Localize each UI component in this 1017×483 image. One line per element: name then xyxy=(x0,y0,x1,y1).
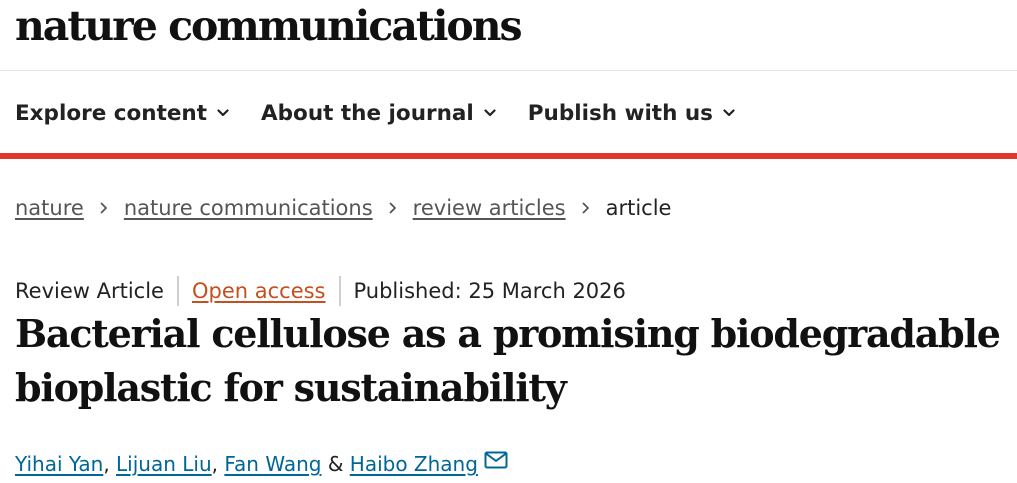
journal-logo[interactable]: nature communications xyxy=(15,0,523,52)
nav-item-label: Publish with us xyxy=(527,100,713,126)
breadcrumb-nature-communications[interactable]: nature communications xyxy=(124,196,373,220)
nav-item-label: Explore content xyxy=(15,100,208,126)
chevron-down-icon xyxy=(484,109,496,117)
breadcrumb-nature[interactable]: nature xyxy=(15,196,84,220)
chevron-down-icon xyxy=(723,109,735,117)
author-separator: & xyxy=(327,452,344,476)
nav-item-label: About the journal xyxy=(261,100,474,126)
author-link[interactable]: Yihai Yan xyxy=(15,452,103,476)
article-title: Bacterial cellulose as a promising biode… xyxy=(15,311,1001,410)
author-separator: , xyxy=(103,452,110,476)
nav-about-the-journal[interactable]: About the journal xyxy=(261,101,496,126)
breadcrumb-current: article xyxy=(605,196,672,220)
header-divider xyxy=(0,70,1017,71)
author-separator: , xyxy=(211,452,218,476)
chevron-right-icon xyxy=(100,202,107,214)
article-type: Review Article xyxy=(15,279,164,303)
author-list: Yihai Yan, Lijuan Liu, Fan Wang & Haibo … xyxy=(15,450,508,478)
chevron-down-icon xyxy=(217,109,229,117)
accent-bar xyxy=(0,153,1017,159)
main-nav: Explore content About the journal Publis… xyxy=(15,94,767,132)
mail-icon[interactable] xyxy=(484,451,508,469)
nav-publish-with-us[interactable]: Publish with us xyxy=(528,101,735,126)
breadcrumb-review-articles[interactable]: review articles xyxy=(413,196,566,220)
breadcrumb: nature nature communications review arti… xyxy=(15,194,671,222)
meta-divider xyxy=(338,276,341,306)
meta-divider xyxy=(176,276,179,306)
chevron-right-icon xyxy=(389,202,396,214)
author-link[interactable]: Lijuan Liu xyxy=(116,452,212,476)
nav-explore-content[interactable]: Explore content xyxy=(15,101,229,126)
article-meta: Review Article Open access Published: 25… xyxy=(15,276,626,306)
author-link[interactable]: Fan Wang xyxy=(224,452,321,476)
published-date: Published: 25 March 2026 xyxy=(353,279,626,303)
open-access-link[interactable]: Open access xyxy=(192,279,326,303)
author-link[interactable]: Haibo Zhang xyxy=(350,452,478,476)
chevron-right-icon xyxy=(582,202,589,214)
